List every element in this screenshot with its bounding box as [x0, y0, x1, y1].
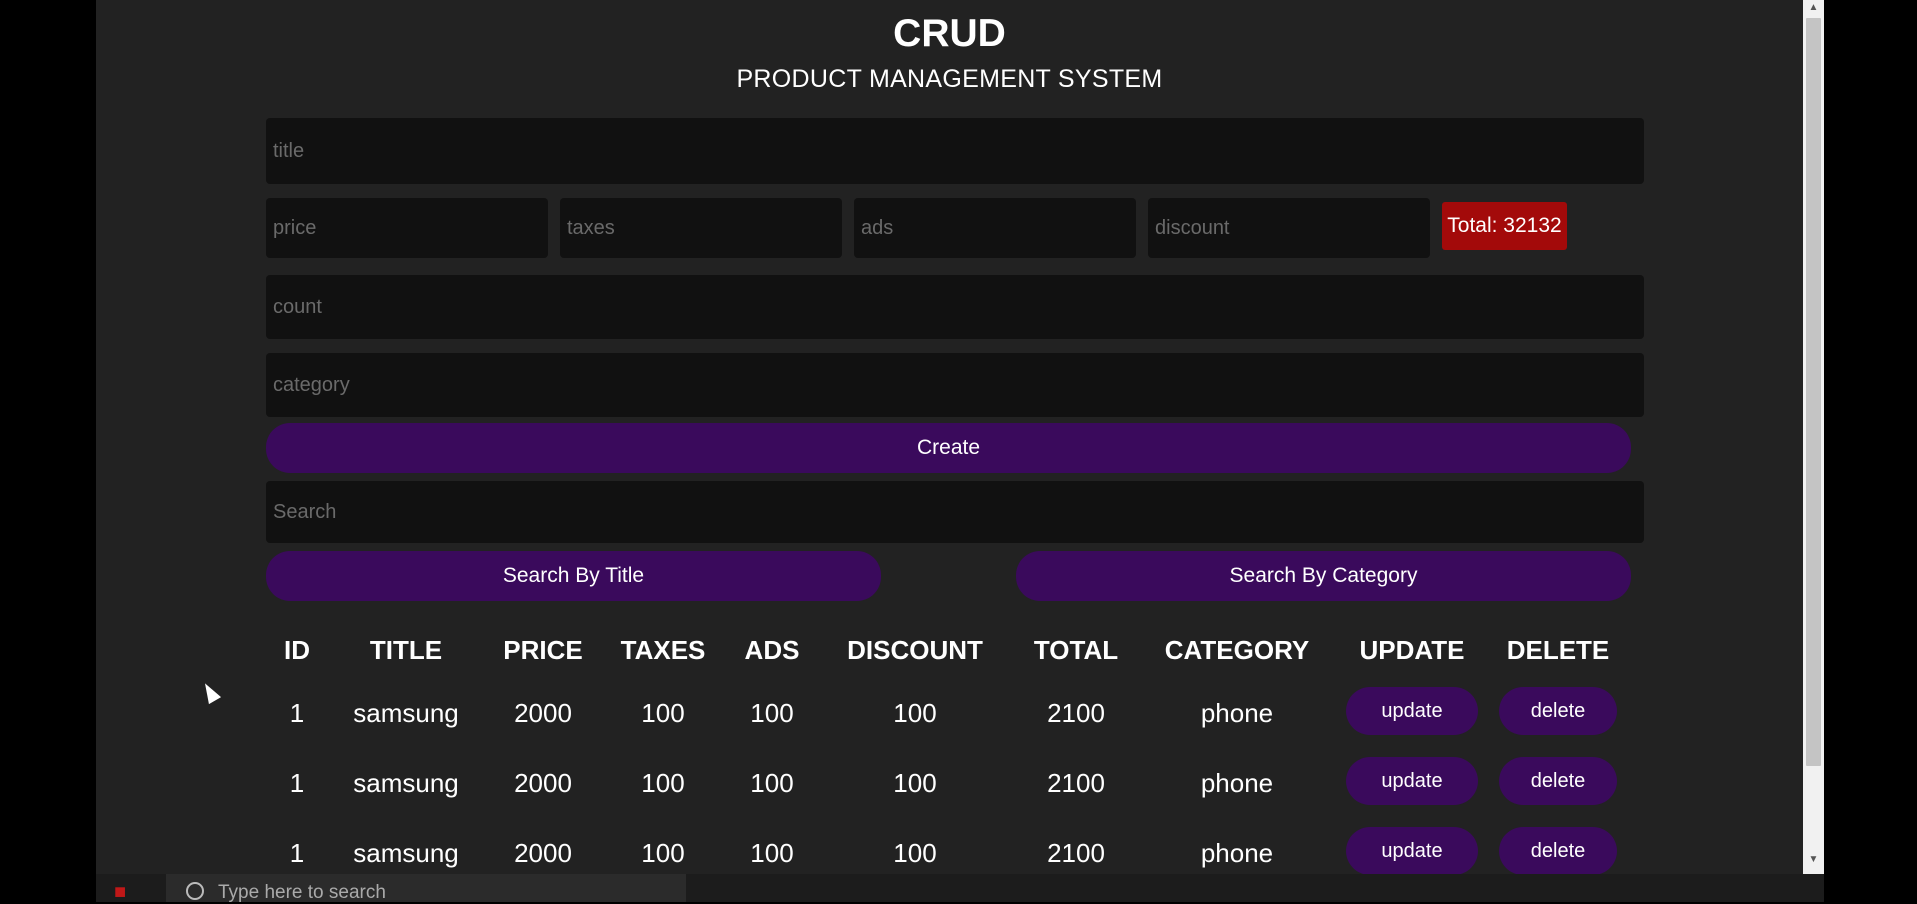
search-by-category-button[interactable]: Search By Category [1016, 551, 1631, 601]
delete-button[interactable]: delete [1499, 687, 1617, 735]
header-total: TOTAL [1033, 635, 1119, 665]
cell-title: samsung [353, 698, 459, 728]
update-button[interactable]: update [1346, 687, 1478, 735]
crud-app-page: CRUD PRODUCT MANAGEMENT SYSTEM Total: 32… [96, 0, 1803, 874]
search-by-title-button[interactable]: Search By Title [266, 551, 881, 601]
cell-total: 2100 [1047, 838, 1105, 868]
header-title: TITLE [369, 635, 443, 665]
vertical-scrollbar[interactable]: ▲ ▼ [1803, 0, 1824, 874]
header-ads: ADS [744, 635, 800, 665]
update-button[interactable]: update [1346, 757, 1478, 805]
category-input[interactable] [266, 353, 1644, 417]
cell-taxes: 100 [641, 768, 685, 798]
cell-category: phone [1200, 768, 1274, 798]
taskbar-search-box[interactable]: Type here to search [166, 874, 686, 903]
header-discount: DISCOUNT [847, 635, 983, 665]
cell-title: samsung [353, 838, 459, 868]
scroll-up-arrow-icon[interactable]: ▲ [1803, 0, 1824, 16]
cell-discount: 100 [893, 698, 937, 728]
search-icon [186, 882, 204, 900]
title-input[interactable] [266, 118, 1644, 184]
cell-id: 1 [289, 698, 305, 728]
header-id: ID [284, 635, 310, 665]
cell-total: 2100 [1047, 698, 1105, 728]
cell-taxes: 100 [641, 698, 685, 728]
cell-price: 2000 [514, 698, 572, 728]
cell-discount: 100 [893, 838, 937, 868]
ads-input[interactable] [854, 198, 1136, 258]
cell-price: 2000 [514, 768, 572, 798]
cell-taxes: 100 [641, 838, 685, 868]
header-taxes: TAXES [620, 635, 706, 665]
cell-ads: 100 [750, 838, 794, 868]
create-button[interactable]: Create [266, 423, 1631, 473]
taxes-input[interactable] [560, 198, 842, 258]
delete-button[interactable]: delete [1499, 827, 1617, 874]
mouse-cursor-icon [198, 679, 222, 705]
header-delete: DELETE [1506, 635, 1610, 665]
delete-button[interactable]: delete [1499, 757, 1617, 805]
taskbar: ■ Type here to search [96, 874, 1824, 903]
cell-category: phone [1200, 698, 1274, 728]
count-input[interactable] [266, 275, 1644, 339]
taskbar-search-placeholder: Type here to search [218, 882, 386, 903]
cell-id: 1 [289, 768, 305, 798]
total-badge: Total: 32132 [1442, 202, 1567, 250]
price-input[interactable] [266, 198, 548, 258]
header-category: CATEGORY [1164, 635, 1310, 665]
cell-total: 2100 [1047, 768, 1105, 798]
scroll-down-arrow-icon[interactable]: ▼ [1803, 852, 1824, 868]
header-update: UPDATE [1359, 635, 1465, 665]
cell-price: 2000 [514, 838, 572, 868]
cell-category: phone [1200, 838, 1274, 868]
search-input[interactable] [266, 481, 1644, 543]
header-price: PRICE [503, 635, 583, 665]
page-title: CRUD [893, 12, 1006, 55]
cell-ads: 100 [750, 698, 794, 728]
update-button[interactable]: update [1346, 827, 1478, 874]
cell-discount: 100 [893, 768, 937, 798]
cell-title: samsung [353, 768, 459, 798]
cell-ads: 100 [750, 768, 794, 798]
discount-input[interactable] [1148, 198, 1430, 258]
start-icon[interactable]: ■ [114, 882, 140, 902]
cell-id: 1 [289, 838, 305, 868]
scrollbar-thumb[interactable] [1806, 18, 1821, 766]
page-subtitle: PRODUCT MANAGEMENT SYSTEM [736, 65, 1163, 93]
